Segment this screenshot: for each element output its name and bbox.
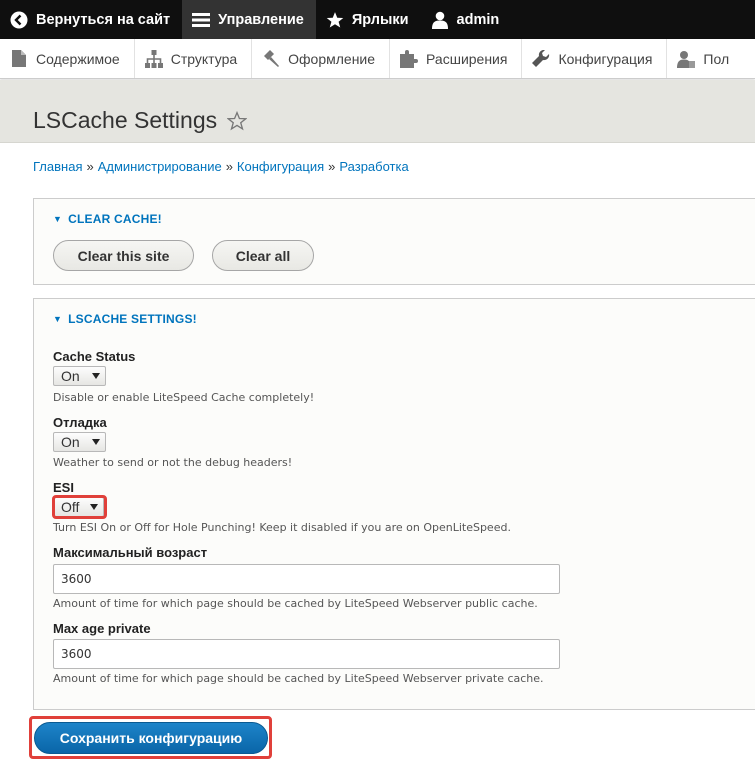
clear-cache-summary-label: CLEAR CACHE! <box>68 212 162 226</box>
cache-status-label: Cache Status <box>53 349 136 364</box>
content-icon <box>10 50 28 68</box>
page-header: LSCache Settings <box>0 80 755 143</box>
toolbar-shortcuts-label: Ярлыки <box>351 11 409 28</box>
admin-tray: Содержимое Структура Оформление Расширен… <box>0 39 755 79</box>
debug-value: On <box>61 434 80 450</box>
dropdown-arrow-icon <box>92 439 100 445</box>
page-title: LSCache Settings <box>33 107 248 134</box>
collapse-triangle-icon: ▼ <box>53 214 63 224</box>
cache-status-select[interactable]: On <box>53 366 106 386</box>
max-age-private-input[interactable]: 3600 <box>53 639 560 669</box>
max-age-description: Amount of time for which page should be … <box>53 597 538 610</box>
tray-item-label: Содержимое <box>36 50 120 67</box>
collapse-triangle-icon: ▼ <box>53 314 63 324</box>
tray-item-content[interactable]: Содержимое <box>0 39 135 78</box>
breadcrumb-link[interactable]: Администрирование <box>98 159 222 174</box>
toolbar-manage[interactable]: Управление <box>182 0 316 39</box>
dropdown-arrow-icon <box>92 373 100 379</box>
esi-description: Turn ESI On or Off for Hole Punching! Ke… <box>53 521 511 534</box>
tray-item-label: Расширения <box>426 50 508 67</box>
toolbar-back-to-site[interactable]: Вернуться на сайт <box>0 0 182 39</box>
breadcrumb-separator: » <box>225 159 233 174</box>
structure-icon <box>144 49 163 68</box>
toolbar-manage-label: Управление <box>218 11 304 28</box>
tray-item-label: Конфигурация <box>558 50 653 67</box>
debug-description: Weather to send or not the debug headers… <box>53 456 293 469</box>
breadcrumb-link[interactable]: Конфигурация <box>237 159 324 174</box>
breadcrumb-separator: » <box>328 159 336 174</box>
debug-select[interactable]: On <box>53 432 106 452</box>
lscache-settings-summary-label: LSCACHE SETTINGS! <box>68 312 197 326</box>
tray-item-people[interactable]: Пол <box>667 39 743 78</box>
tray-item-appearance[interactable]: Оформление <box>252 39 391 78</box>
lscache-settings-panel: ▼ LSCACHE SETTINGS! Cache Status On Disa… <box>33 298 755 710</box>
star-icon <box>326 11 344 29</box>
max-age-label: Максимальный возраст <box>53 545 208 560</box>
max-age-input[interactable]: 3600 <box>53 564 560 594</box>
debug-label: Отладка <box>53 415 107 430</box>
admin-toolbar: Вернуться на сайт Управление Ярлыки admi… <box>0 0 755 39</box>
toolbar-user[interactable]: admin <box>421 0 512 39</box>
tray-item-configuration[interactable]: Конфигурация <box>522 39 668 78</box>
clear-all-button[interactable]: Clear all <box>212 240 314 271</box>
max-age-private-label: Max age private <box>53 621 151 636</box>
esi-highlight-box <box>52 495 107 519</box>
menu-icon <box>192 11 211 29</box>
toolbar-user-label: admin <box>456 11 500 28</box>
toolbar-shortcuts[interactable]: Ярлыки <box>316 0 421 39</box>
cache-status-value: On <box>61 368 80 384</box>
clear-cache-panel: ▼ CLEAR CACHE! Clear this site Clear all <box>33 198 755 285</box>
page-title-text: LSCache Settings <box>33 107 218 133</box>
lscache-settings-summary[interactable]: ▼ LSCACHE SETTINGS! <box>53 312 197 326</box>
tray-item-label: Оформление <box>288 50 376 67</box>
back-icon <box>10 11 28 29</box>
breadcrumb-link[interactable]: Главная <box>33 159 82 174</box>
breadcrumb-link[interactable]: Разработка <box>339 159 408 174</box>
tray-item-structure[interactable]: Структура <box>135 39 253 78</box>
extend-icon <box>400 49 419 68</box>
tray-item-extend[interactable]: Расширения <box>390 39 523 78</box>
cache-status-description: Disable or enable LiteSpeed Cache comple… <box>53 391 315 404</box>
user-icon <box>431 11 449 29</box>
people-icon <box>677 50 696 68</box>
save-configuration-button[interactable]: Сохранить конфигурацию <box>34 722 268 754</box>
breadcrumb: Главная» Администрирование» Конфигурация» Р… <box>33 159 409 174</box>
tray-item-label: Структура <box>170 50 238 67</box>
shortcut-star-icon[interactable] <box>227 110 248 131</box>
toolbar-back-label: Вернуться на сайт <box>36 11 171 28</box>
tray-item-label: Пол <box>703 50 730 67</box>
wrench-icon <box>532 49 550 68</box>
esi-label: ESI <box>53 480 74 495</box>
breadcrumb-separator: » <box>86 159 94 174</box>
clear-cache-summary[interactable]: ▼ CLEAR CACHE! <box>53 212 162 226</box>
appearance-icon <box>262 49 280 68</box>
max-age-private-description: Amount of time for which page should be … <box>53 672 544 685</box>
clear-this-site-button[interactable]: Clear this site <box>53 240 194 271</box>
